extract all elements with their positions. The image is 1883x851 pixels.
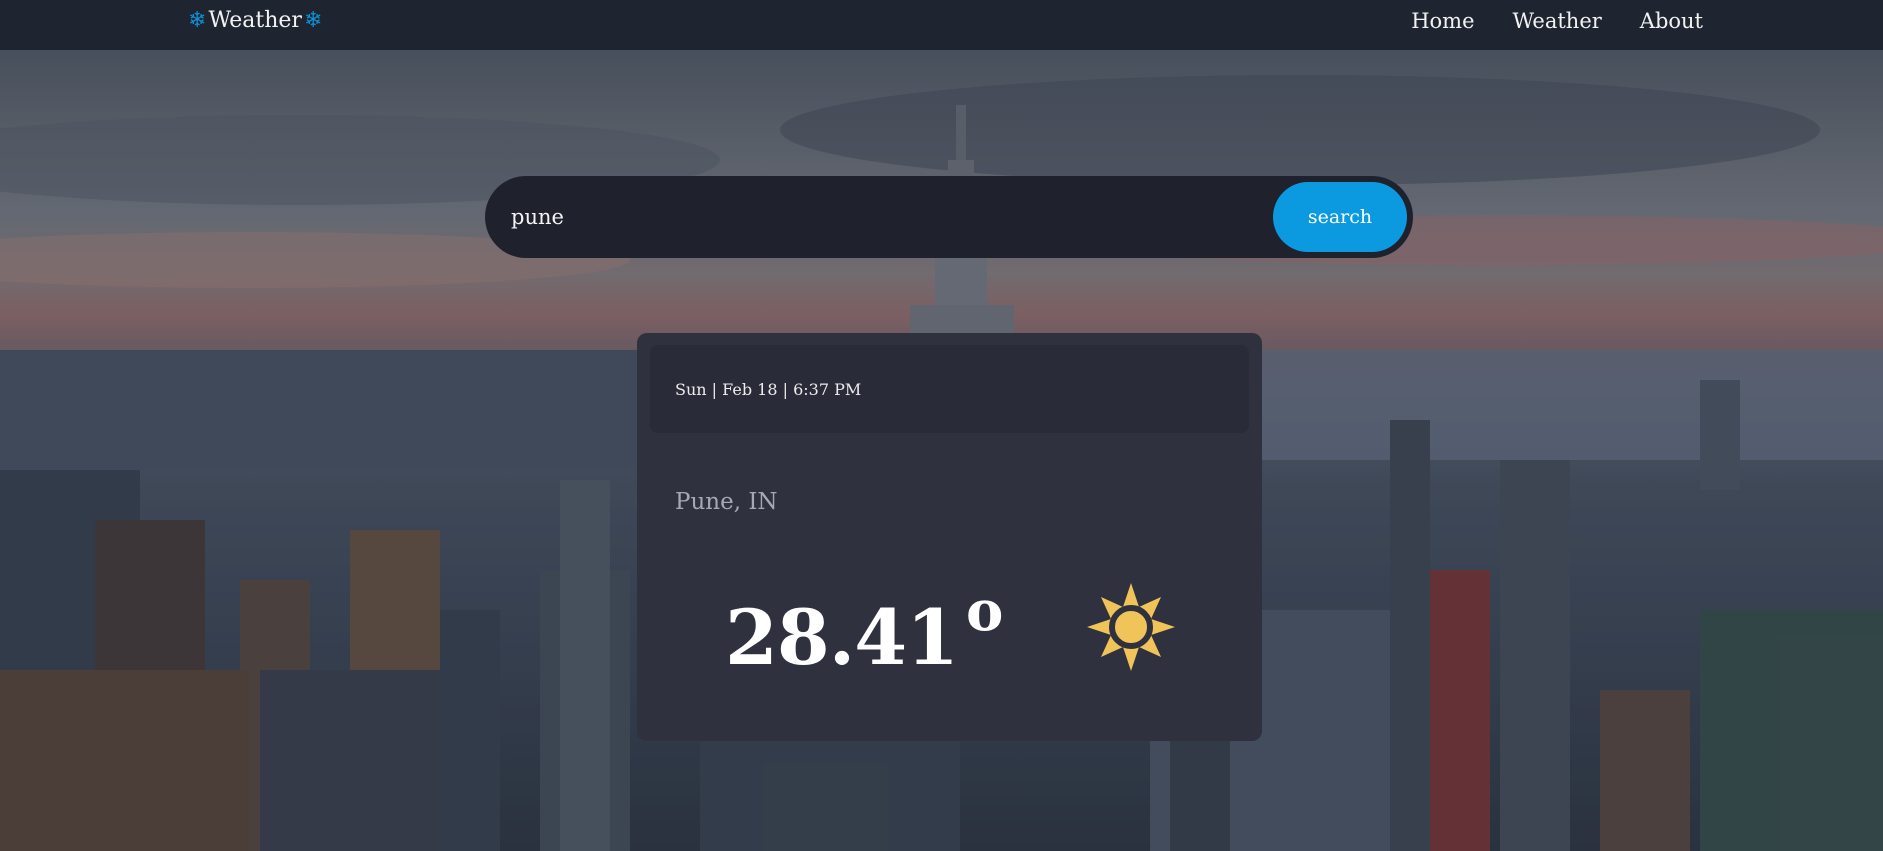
brand-title: Weather — [208, 8, 302, 33]
temperature-readout: 28.41 o — [725, 583, 1003, 676]
search-bar: search — [485, 176, 1413, 258]
degree-symbol: o — [965, 578, 1003, 644]
date-panel: Sun | Feb 18 | 6:37 PM — [650, 345, 1249, 433]
snowflake-icon: ❄ — [188, 7, 207, 33]
search-button[interactable]: search — [1273, 182, 1407, 252]
date-time: Sun | Feb 18 | 6:37 PM — [675, 379, 862, 399]
snowflake-icon: ❄ — [303, 7, 323, 33]
nav-link-about[interactable]: About — [1640, 9, 1703, 33]
weather-card: Sun | Feb 18 | 6:37 PM Pune, IN 28.41 o — [637, 333, 1262, 741]
location-name: Pune, IN — [675, 489, 778, 515]
nav-links: Home Weather About — [1411, 9, 1703, 33]
top-navbar: ❄ Weather ❄ Home Weather About — [0, 0, 1883, 50]
sun-icon — [1085, 581, 1177, 673]
city-search-input[interactable] — [511, 187, 1273, 247]
brand-logo[interactable]: ❄ Weather ❄ — [188, 8, 322, 33]
nav-link-weather[interactable]: Weather — [1513, 9, 1602, 33]
temperature-value: 28.41 — [725, 593, 959, 682]
nav-link-home[interactable]: Home — [1411, 9, 1474, 33]
